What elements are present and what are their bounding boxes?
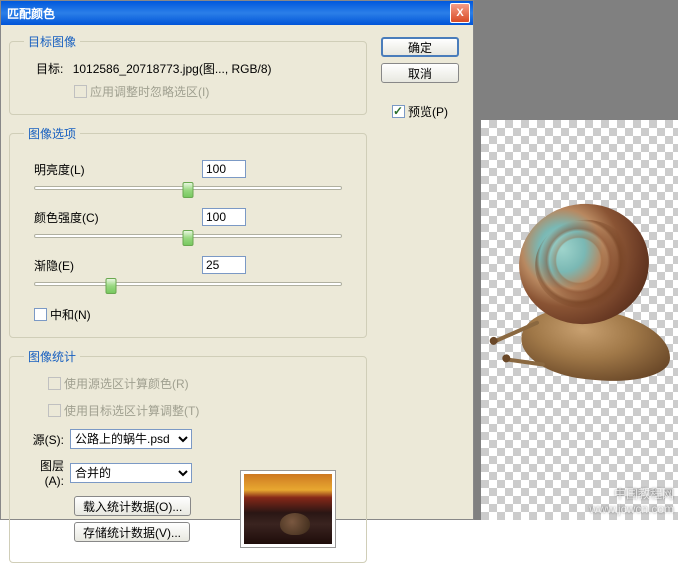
use-target-selection-checkbox (48, 404, 61, 417)
layer-dropdown[interactable]: 合并的 (70, 463, 192, 483)
use-target-selection-row: 使用目标选区计算调整(T) (48, 402, 352, 419)
watermark-line2: www.jcwcn.com (589, 502, 674, 516)
target-value: 1012586_20718773.jpg(图..., RGB/8) (73, 62, 272, 76)
intensity-slider[interactable] (34, 230, 342, 248)
fade-slider[interactable] (34, 278, 342, 296)
target-image-legend: 目标图像 (24, 33, 80, 50)
luminance-block: 明亮度(L) (24, 160, 352, 200)
use-source-selection-row: 使用源选区计算颜色(R) (48, 375, 352, 392)
image-stats-legend: 图像统计 (24, 348, 80, 365)
source-row: 源(S): 公路上的蜗牛.psd (24, 429, 352, 449)
preview-checkbox[interactable] (392, 105, 405, 118)
ignore-selection-checkbox (74, 85, 87, 98)
dialog-title: 匹配颜色 (7, 5, 450, 22)
image-stats-group: 图像统计 使用源选区计算颜色(R) 使用目标选区计算调整(T) 源(S): 公路… (9, 348, 367, 563)
save-stats-button[interactable]: 存储统计数据(V)... (74, 522, 190, 542)
neutralize-label: 中和(N) (50, 306, 91, 323)
image-options-legend: 图像选项 (24, 125, 80, 142)
close-button[interactable]: X (450, 3, 470, 23)
fade-block: 渐隐(E) (24, 256, 352, 296)
use-target-selection-label: 使用目标选区计算调整(T) (64, 402, 199, 419)
ignore-selection-label: 应用调整时忽略选区(I) (90, 83, 209, 100)
intensity-block: 颜色强度(C) (24, 208, 352, 248)
target-image-group: 目标图像 目标: 1012586_20718773.jpg(图..., RGB/… (9, 33, 367, 115)
ignore-selection-row: 应用调整时忽略选区(I) (24, 83, 352, 100)
preview-row: 预览(P) (392, 103, 448, 120)
image-options-group: 图像选项 明亮度(L) 颜色强度(C) (9, 125, 367, 338)
intensity-input[interactable] (202, 208, 246, 226)
right-column: 确定 取消 预览(P) (375, 33, 465, 511)
source-thumbnail (240, 470, 336, 548)
canvas-area: 中国教程网 www.jcwcn.com (474, 0, 678, 520)
source-dropdown[interactable]: 公路上的蜗牛.psd (70, 429, 192, 449)
use-source-selection-label: 使用源选区计算颜色(R) (64, 375, 189, 392)
left-column: 目标图像 目标: 1012586_20718773.jpg(图..., RGB/… (9, 33, 375, 511)
load-stats-button[interactable]: 载入统计数据(O)... (74, 496, 191, 516)
target-line: 目标: 1012586_20718773.jpg(图..., RGB/8) (24, 60, 352, 77)
luminance-slider[interactable] (34, 182, 342, 200)
target-label: 目标: (36, 62, 63, 76)
luminance-input[interactable] (202, 160, 246, 178)
canvas-checkerboard[interactable]: 中国教程网 www.jcwcn.com (481, 120, 678, 520)
neutralize-row: 中和(N) (24, 306, 352, 323)
cancel-button[interactable]: 取消 (381, 63, 459, 83)
ok-button[interactable]: 确定 (381, 37, 459, 57)
use-source-selection-checkbox (48, 377, 61, 390)
fade-input[interactable] (202, 256, 246, 274)
dialog-body: 目标图像 目标: 1012586_20718773.jpg(图..., RGB/… (1, 25, 473, 519)
titlebar[interactable]: 匹配颜色 X (1, 1, 473, 25)
snail-image (481, 200, 678, 410)
watermark: 中国教程网 www.jcwcn.com (589, 487, 674, 516)
intensity-label: 颜色强度(C) (24, 209, 202, 226)
preview-label: 预览(P) (408, 103, 448, 120)
luminance-label: 明亮度(L) (24, 161, 202, 178)
neutralize-checkbox[interactable] (34, 308, 47, 321)
source-label: 源(S): (24, 431, 70, 448)
fade-label: 渐隐(E) (24, 257, 202, 274)
match-color-dialog: 匹配颜色 X 目标图像 目标: 1012586_20718773.jpg(图..… (0, 0, 474, 520)
watermark-line1: 中国教程网 (589, 487, 674, 501)
layer-label: 图层(A): (24, 457, 70, 488)
